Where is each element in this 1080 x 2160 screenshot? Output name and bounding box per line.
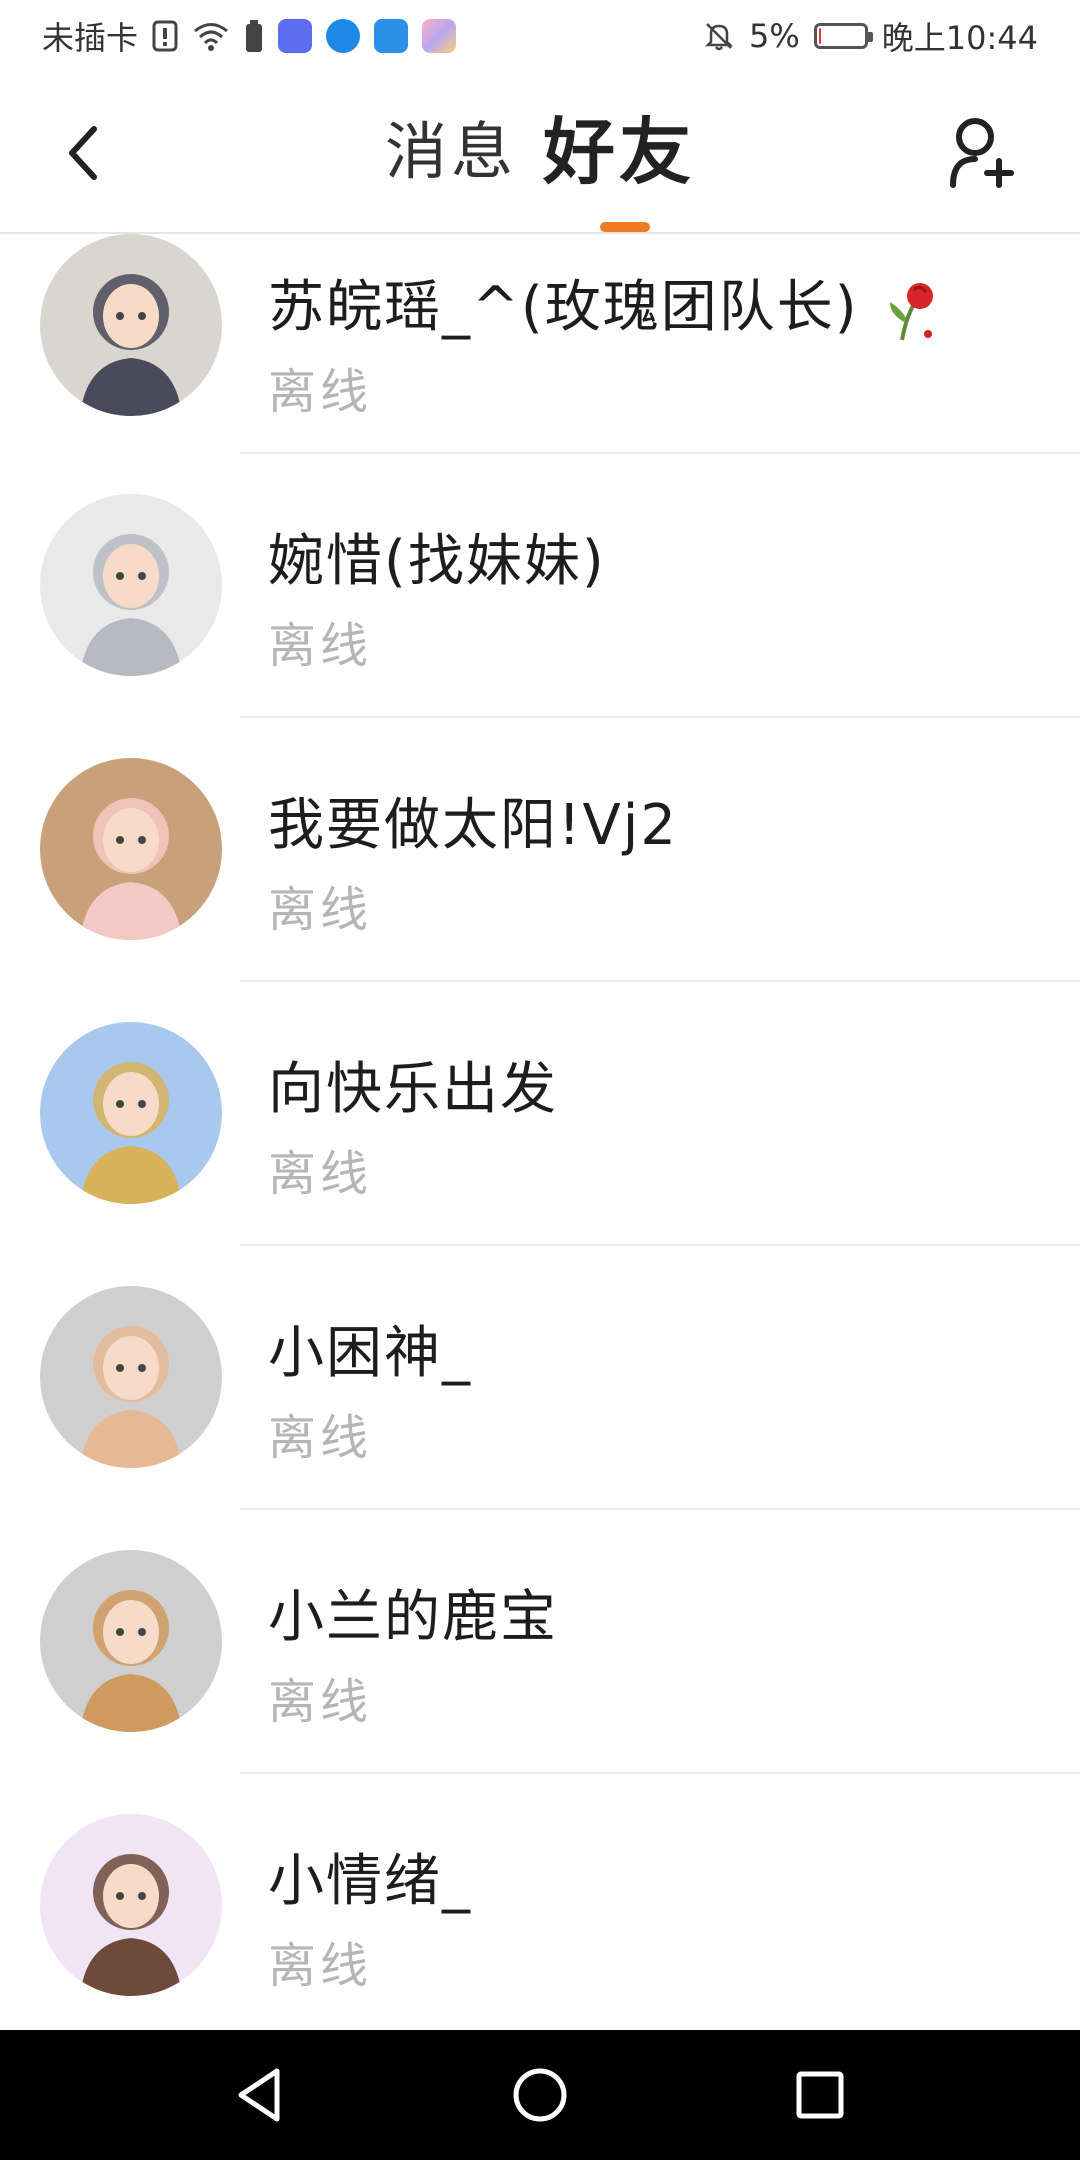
friend-status: 离线 [268, 1938, 373, 1994]
friend-name: 小兰的鹿宝 [268, 1585, 558, 1650]
friend-name: 小情绪_ [268, 1849, 472, 1914]
avatar [40, 494, 222, 676]
nav-recents-button[interactable] [780, 2055, 860, 2135]
nav-home-button[interactable] [500, 2055, 580, 2135]
friend-row[interactable]: 小兰的鹿宝 离线 [0, 1510, 1080, 1774]
clock: 晚上10:44 [881, 19, 1038, 57]
battery-level [818, 28, 821, 44]
avatar [40, 234, 222, 416]
friend-status: 离线 [268, 882, 373, 938]
screen: 未插卡 5% 晚上10:44 消息 好友 苏皖瑶_^(玫瑰团队长) 离线 婉惜(… [0, 0, 1080, 2160]
avatar [40, 1022, 222, 1204]
square-recents-icon [796, 2071, 844, 2119]
friend-row[interactable]: 小困神_ 离线 [0, 1246, 1080, 1510]
battery-percent: 5% [749, 17, 800, 55]
avatar [40, 1814, 222, 1996]
rose-icon [890, 282, 934, 341]
friend-name: 婉惜(找妹妹) [268, 529, 606, 594]
triangle-back-icon [238, 2068, 280, 2122]
avatar [40, 1550, 222, 1732]
friend-row[interactable]: 苏皖瑶_^(玫瑰团队长) 离线 [0, 234, 1080, 454]
active-tab-indicator [600, 222, 650, 232]
battery-saver-icon [244, 20, 264, 52]
status-bar: 未插卡 5% 晚上10:44 [0, 0, 1080, 72]
music-app-icon [278, 19, 313, 53]
friend-row[interactable]: 婉惜(找妹妹) 离线 [0, 454, 1080, 718]
avatar [40, 758, 222, 940]
friend-list: 苏皖瑶_^(玫瑰团队长) 离线 婉惜(找妹妹) 离线 我要做太阳!Vj2 离线 … [0, 234, 1080, 2038]
tab-bar: 消息 好友 [0, 112, 1080, 192]
add-user-icon [950, 118, 1014, 188]
wifi-icon [192, 21, 230, 51]
friend-status: 离线 [268, 618, 373, 674]
friend-name: 小困神_ [268, 1321, 472, 1386]
mute-icon [703, 20, 735, 52]
tab-friends[interactable]: 好友 [543, 112, 695, 192]
friend-row[interactable]: 小情绪_ 离线 [0, 1774, 1080, 2038]
friend-name: 向快乐出发 [268, 1057, 558, 1122]
friend-row[interactable]: 向快乐出发 离线 [0, 982, 1080, 1246]
header: 消息 好友 [0, 72, 1080, 234]
friend-status: 离线 [268, 1146, 373, 1202]
friend-status: 离线 [268, 1410, 373, 1466]
status-bar-left: 未插卡 [42, 13, 457, 59]
friend-name: 苏皖瑶_^(玫瑰团队长) [268, 262, 940, 344]
gallery-app-icon [422, 19, 457, 53]
system-nav-bar [0, 2030, 1080, 2160]
sim-alert-icon [152, 20, 178, 52]
browser-app-icon [326, 19, 361, 53]
friend-status: 离线 [268, 364, 373, 420]
nav-back-button[interactable] [220, 2055, 300, 2135]
add-friend-button[interactable] [942, 112, 1022, 192]
friend-status: 离线 [268, 1674, 373, 1730]
friend-row[interactable]: 我要做太阳!Vj2 离线 [0, 718, 1080, 982]
friend-name: 我要做太阳!Vj2 [268, 793, 678, 858]
battery-icon [813, 23, 873, 49]
status-bar-right: 5% 晚上10:44 [703, 13, 1038, 59]
tab-messages[interactable]: 消息 [385, 112, 517, 192]
weather-app-icon [374, 19, 409, 53]
avatar [40, 1286, 222, 1468]
carrier-label: 未插卡 [42, 19, 139, 57]
circle-home-icon [513, 2068, 567, 2122]
